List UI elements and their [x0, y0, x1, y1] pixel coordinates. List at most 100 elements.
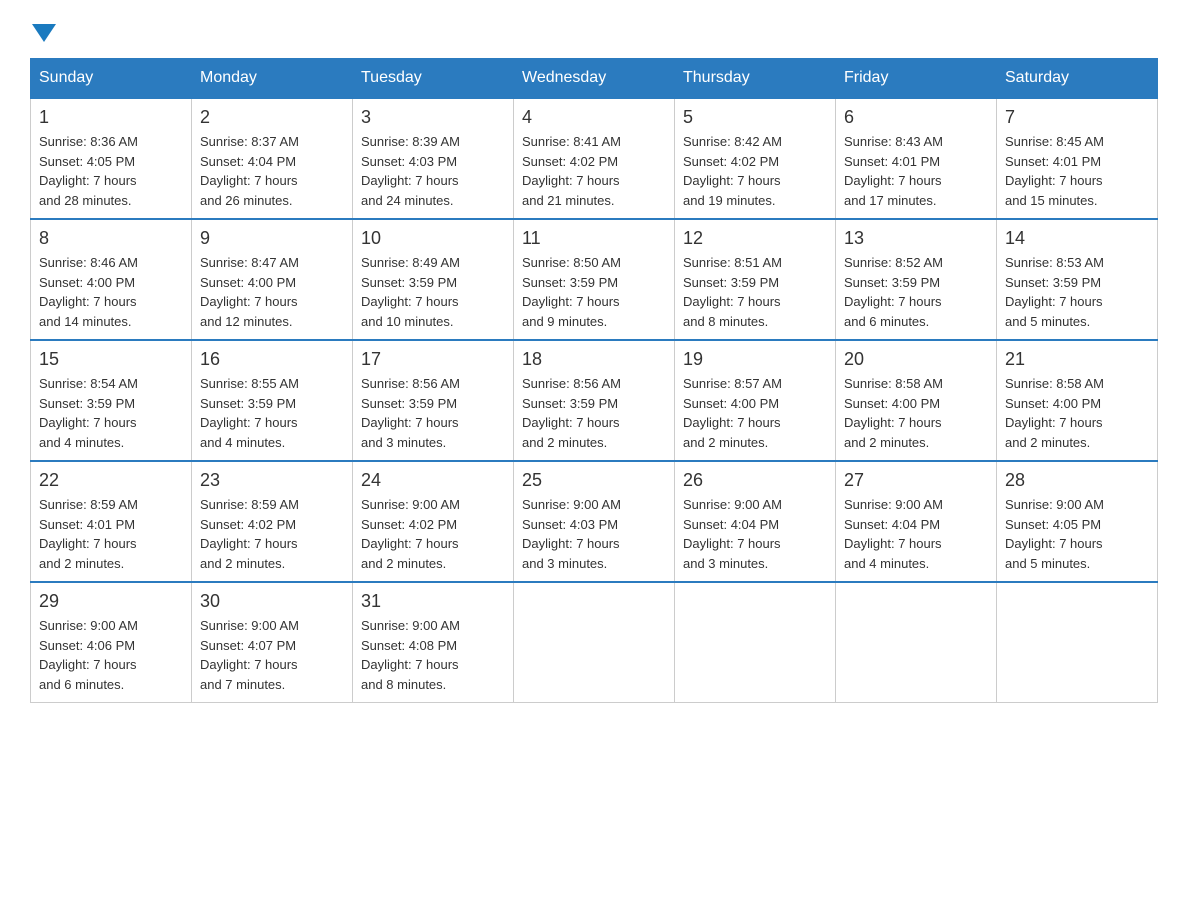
day-number: 23 — [200, 470, 344, 491]
calendar-day-cell: 11 Sunrise: 8:50 AMSunset: 3:59 PMDayligh… — [514, 219, 675, 340]
page-header — [30, 20, 1158, 38]
calendar-day-cell: 7Sunrise: 8:45 AMSunset: 4:01 PMDaylight… — [997, 98, 1158, 219]
day-number: 5 — [683, 107, 827, 128]
day-number: 14 — [1005, 228, 1149, 249]
calendar-header-tuesday: Tuesday — [353, 59, 514, 99]
day-number: 28 — [1005, 470, 1149, 491]
day-info: Sunrise: 9:00 AMSunset: 4:06 PMDaylight:… — [39, 616, 183, 694]
day-info: Sunrise: 8:52 AMSunset: 3:59 PMDaylight:… — [844, 253, 988, 331]
calendar-week-row: 1Sunrise: 8:36 AMSunset: 4:05 PMDaylight… — [31, 98, 1158, 219]
day-info: Sunrise: 8:49 AMSunset: 3:59 PMDaylight:… — [361, 253, 505, 331]
calendar-day-cell: 24Sunrise: 9:00 AMSunset: 4:02 PMDayligh… — [353, 461, 514, 582]
calendar-week-row: 8 Sunrise: 8:46 AMSunset: 4:00 PMDaylight… — [31, 219, 1158, 340]
logo — [30, 20, 58, 38]
calendar-day-cell: 15 Sunrise: 8:54 AMSunset: 3:59 PMDayligh… — [31, 340, 192, 461]
calendar-day-cell: 18 Sunrise: 8:56 AMSunset: 3:59 PMDayligh… — [514, 340, 675, 461]
day-info: Sunrise: 8:56 AMSunset: 3:59 PMDaylight:… — [361, 374, 505, 452]
calendar-day-cell: 30 Sunrise: 9:00 AMSunset: 4:07 PMDayligh… — [192, 582, 353, 703]
calendar-day-cell: 25 Sunrise: 9:00 AMSunset: 4:03 PMDayligh… — [514, 461, 675, 582]
day-number: 21 — [1005, 349, 1149, 370]
day-info: Sunrise: 8:47 AMSunset: 4:00 PMDaylight:… — [200, 253, 344, 331]
day-info: Sunrise: 9:00 AMSunset: 4:02 PMDaylight:… — [361, 495, 505, 573]
calendar-day-cell: 1Sunrise: 8:36 AMSunset: 4:05 PMDaylight… — [31, 98, 192, 219]
logo-arrow-icon — [32, 24, 56, 42]
day-number: 11 — [522, 228, 666, 249]
day-info: Sunrise: 9:00 AMSunset: 4:03 PMDaylight:… — [522, 495, 666, 573]
day-number: 22 — [39, 470, 183, 491]
day-number: 29 — [39, 591, 183, 612]
calendar-empty-cell — [675, 582, 836, 703]
calendar-day-cell: 14 Sunrise: 8:53 AMSunset: 3:59 PMDayligh… — [997, 219, 1158, 340]
calendar-day-cell: 4 Sunrise: 8:41 AMSunset: 4:02 PMDaylight… — [514, 98, 675, 219]
day-number: 3 — [361, 107, 505, 128]
day-info: Sunrise: 8:57 AMSunset: 4:00 PMDaylight:… — [683, 374, 827, 452]
calendar-header-monday: Monday — [192, 59, 353, 99]
day-number: 8 — [39, 228, 183, 249]
calendar-day-cell: 17 Sunrise: 8:56 AMSunset: 3:59 PMDayligh… — [353, 340, 514, 461]
day-number: 17 — [361, 349, 505, 370]
calendar-day-cell: 10 Sunrise: 8:49 AMSunset: 3:59 PMDayligh… — [353, 219, 514, 340]
day-info: Sunrise: 8:41 AMSunset: 4:02 PMDaylight:… — [522, 132, 666, 210]
calendar-day-cell: 3 Sunrise: 8:39 AMSunset: 4:03 PMDaylight… — [353, 98, 514, 219]
day-info: Sunrise: 9:00 AMSunset: 4:07 PMDaylight:… — [200, 616, 344, 694]
day-info: Sunrise: 8:50 AMSunset: 3:59 PMDaylight:… — [522, 253, 666, 331]
day-info: Sunrise: 9:00 AMSunset: 4:08 PMDaylight:… — [361, 616, 505, 694]
day-info: Sunrise: 8:39 AMSunset: 4:03 PMDaylight:… — [361, 132, 505, 210]
day-info: Sunrise: 8:55 AMSunset: 3:59 PMDaylight:… — [200, 374, 344, 452]
calendar-day-cell: 23 Sunrise: 8:59 AMSunset: 4:02 PMDayligh… — [192, 461, 353, 582]
day-info: Sunrise: 8:45 AMSunset: 4:01 PMDaylight:… — [1005, 132, 1149, 210]
calendar-header-row: SundayMondayTuesdayWednesdayThursdayFrid… — [31, 59, 1158, 99]
calendar-day-cell: 8 Sunrise: 8:46 AMSunset: 4:00 PMDaylight… — [31, 219, 192, 340]
day-info: Sunrise: 8:58 AMSunset: 4:00 PMDaylight:… — [1005, 374, 1149, 452]
day-info: Sunrise: 9:00 AMSunset: 4:04 PMDaylight:… — [844, 495, 988, 573]
calendar-header-sunday: Sunday — [31, 59, 192, 99]
day-info: Sunrise: 8:43 AMSunset: 4:01 PMDaylight:… — [844, 132, 988, 210]
day-info: Sunrise: 8:36 AMSunset: 4:05 PMDaylight:… — [39, 132, 183, 210]
day-number: 20 — [844, 349, 988, 370]
day-info: Sunrise: 8:56 AMSunset: 3:59 PMDaylight:… — [522, 374, 666, 452]
calendar-day-cell: 12 Sunrise: 8:51 AMSunset: 3:59 PMDayligh… — [675, 219, 836, 340]
calendar-day-cell: 13Sunrise: 8:52 AMSunset: 3:59 PMDayligh… — [836, 219, 997, 340]
day-info: Sunrise: 8:53 AMSunset: 3:59 PMDaylight:… — [1005, 253, 1149, 331]
calendar-day-cell: 16Sunrise: 8:55 AMSunset: 3:59 PMDayligh… — [192, 340, 353, 461]
day-info: Sunrise: 9:00 AMSunset: 4:05 PMDaylight:… — [1005, 495, 1149, 573]
day-number: 26 — [683, 470, 827, 491]
day-number: 31 — [361, 591, 505, 612]
day-info: Sunrise: 8:54 AMSunset: 3:59 PMDaylight:… — [39, 374, 183, 452]
day-number: 25 — [522, 470, 666, 491]
calendar-day-cell: 2Sunrise: 8:37 AMSunset: 4:04 PMDaylight… — [192, 98, 353, 219]
day-info: Sunrise: 8:42 AMSunset: 4:02 PMDaylight:… — [683, 132, 827, 210]
day-info: Sunrise: 8:46 AMSunset: 4:00 PMDaylight:… — [39, 253, 183, 331]
calendar-table: SundayMondayTuesdayWednesdayThursdayFrid… — [30, 58, 1158, 703]
calendar-day-cell: 6 Sunrise: 8:43 AMSunset: 4:01 PMDaylight… — [836, 98, 997, 219]
day-number: 30 — [200, 591, 344, 612]
calendar-day-cell: 5 Sunrise: 8:42 AMSunset: 4:02 PMDaylight… — [675, 98, 836, 219]
calendar-day-cell: 26 Sunrise: 9:00 AMSunset: 4:04 PMDayligh… — [675, 461, 836, 582]
calendar-week-row: 15 Sunrise: 8:54 AMSunset: 3:59 PMDayligh… — [31, 340, 1158, 461]
calendar-day-cell: 19 Sunrise: 8:57 AMSunset: 4:00 PMDayligh… — [675, 340, 836, 461]
day-number: 19 — [683, 349, 827, 370]
day-info: Sunrise: 8:59 AMSunset: 4:02 PMDaylight:… — [200, 495, 344, 573]
day-number: 4 — [522, 107, 666, 128]
calendar-empty-cell — [997, 582, 1158, 703]
day-info: Sunrise: 8:37 AMSunset: 4:04 PMDaylight:… — [200, 132, 344, 210]
day-number: 15 — [39, 349, 183, 370]
calendar-day-cell: 27 Sunrise: 9:00 AMSunset: 4:04 PMDayligh… — [836, 461, 997, 582]
day-info: Sunrise: 8:58 AMSunset: 4:00 PMDaylight:… — [844, 374, 988, 452]
day-number: 18 — [522, 349, 666, 370]
day-number: 10 — [361, 228, 505, 249]
calendar-empty-cell — [514, 582, 675, 703]
calendar-week-row: 22Sunrise: 8:59 AMSunset: 4:01 PMDayligh… — [31, 461, 1158, 582]
day-info: Sunrise: 9:00 AMSunset: 4:04 PMDaylight:… — [683, 495, 827, 573]
calendar-day-cell: 21 Sunrise: 8:58 AMSunset: 4:00 PMDayligh… — [997, 340, 1158, 461]
day-number: 6 — [844, 107, 988, 128]
calendar-day-cell: 29 Sunrise: 9:00 AMSunset: 4:06 PMDayligh… — [31, 582, 192, 703]
day-number: 12 — [683, 228, 827, 249]
calendar-day-cell: 28 Sunrise: 9:00 AMSunset: 4:05 PMDayligh… — [997, 461, 1158, 582]
calendar-day-cell: 31 Sunrise: 9:00 AMSunset: 4:08 PMDayligh… — [353, 582, 514, 703]
calendar-day-cell: 9Sunrise: 8:47 AMSunset: 4:00 PMDaylight… — [192, 219, 353, 340]
calendar-header-thursday: Thursday — [675, 59, 836, 99]
calendar-empty-cell — [836, 582, 997, 703]
day-info: Sunrise: 8:51 AMSunset: 3:59 PMDaylight:… — [683, 253, 827, 331]
day-number: 27 — [844, 470, 988, 491]
